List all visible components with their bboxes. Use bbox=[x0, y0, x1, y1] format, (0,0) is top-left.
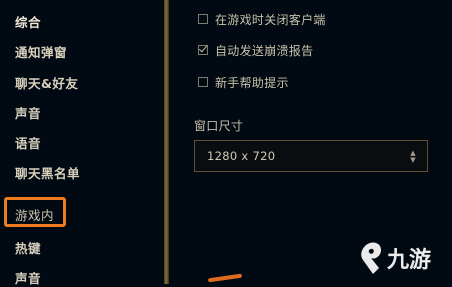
window-size-label: 窗口尺寸 bbox=[194, 119, 244, 133]
option-label: 在游戏时关闭客户端 bbox=[215, 12, 326, 27]
option-label: 自动发送崩溃报告 bbox=[215, 43, 314, 58]
chevron-up-down-icon: ▲ ▼ bbox=[410, 149, 416, 164]
sidebar-item-sound[interactable]: 声音 bbox=[15, 103, 41, 122]
settings-sidebar: 综合 通知弹窗 聊天&好友 声音 语音 聊天黑名单 游戏内 热键 声音 bbox=[0, 0, 164, 287]
window-size-select[interactable]: 1280 x 720 ▲ ▼ bbox=[194, 140, 428, 172]
window-size-value: 1280 x 720 bbox=[207, 149, 276, 163]
checkbox[interactable] bbox=[198, 77, 208, 87]
sidebar-item-notifications[interactable]: 通知弹窗 bbox=[15, 42, 67, 61]
jiuyou-logo-icon: 九游 bbox=[361, 242, 431, 274]
option-auto-send-crash-report[interactable]: 自动发送崩溃报告 bbox=[198, 43, 314, 58]
sidebar-item-game-sound[interactable]: 声音 bbox=[15, 268, 41, 287]
watermark-text: 九游 bbox=[386, 247, 431, 273]
sidebar-item-in-game[interactable]: 游戏内 bbox=[15, 205, 54, 224]
sidebar-item-chat-blocklist[interactable]: 聊天黑名单 bbox=[15, 163, 80, 182]
sidebar-item-hotkeys[interactable]: 热键 bbox=[15, 238, 41, 257]
option-label: 新手帮助提示 bbox=[215, 75, 289, 90]
checkbox[interactable] bbox=[198, 43, 208, 55]
sidebar-item-voice[interactable]: 语音 bbox=[15, 133, 41, 152]
checkbox[interactable] bbox=[198, 14, 208, 24]
sidebar-item-general[interactable]: 综合 bbox=[15, 12, 41, 31]
option-close-client-in-game[interactable]: 在游戏时关闭客户端 bbox=[198, 12, 326, 27]
checkmark-icon bbox=[198, 43, 208, 53]
sidebar-item-chat-friends[interactable]: 聊天&好友 bbox=[15, 73, 78, 92]
option-newbie-help-tips[interactable]: 新手帮助提示 bbox=[198, 75, 289, 90]
jiuyou-watermark: 九游 bbox=[359, 238, 451, 278]
